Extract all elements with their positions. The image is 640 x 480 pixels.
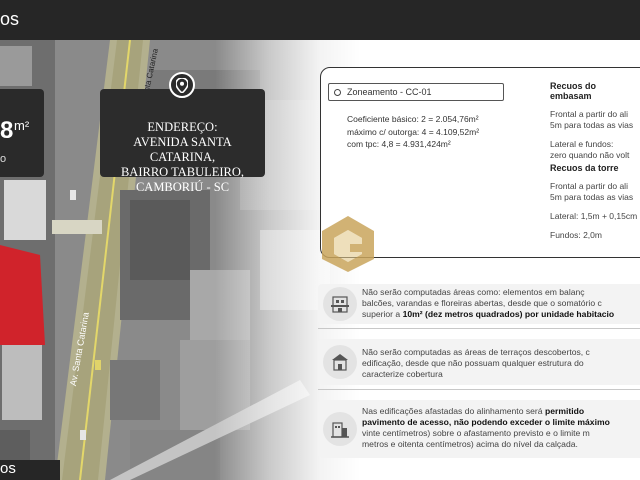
info-plain: Nas edificações afastadas do alinhamento… (362, 406, 545, 416)
footer-bar: os (0, 460, 60, 480)
highlighted-lot (0, 245, 45, 345)
bullet-icon (334, 89, 341, 96)
info-bold: permitido (544, 406, 585, 416)
recuos-line (550, 203, 637, 211)
recuos-embasamento-title: Recuos do embasam (550, 81, 597, 101)
recuos-torre-title: Recuos da torre (550, 163, 619, 173)
address-line: AVENIDA SANTA CATARINA, (133, 135, 232, 164)
setback-building-icon (323, 412, 357, 446)
recuos-line: 5m para todas as vias (550, 120, 634, 130)
recuos-line: zero quando não volt (550, 150, 630, 160)
info-bold: 10m² (dez metros quadrados) por unidade … (402, 309, 615, 319)
recuos-line: Frontal a partir do ali (550, 181, 628, 191)
recuos-line: Frontal a partir do ali (550, 109, 628, 119)
info-line: vinte centímetros) sobre o afastamento p… (362, 428, 590, 438)
info-line: edificação, desde que não possuam qualqu… (362, 358, 584, 368)
recuos-line (550, 131, 640, 139)
header-bar: os (0, 0, 640, 40)
address-line: ENDEREÇO: (147, 120, 218, 134)
area-value: 8 (0, 117, 14, 144)
info-row-setback: Nas edificações afastadas do alinhamento… (318, 400, 640, 458)
balcony-building-icon (323, 287, 357, 321)
recuos-line: Lateral: 1,5m + 0,15cm (550, 211, 638, 221)
divider (318, 389, 640, 390)
info-row-terraces: Não serão computadas as áreas de terraço… (318, 339, 640, 385)
brand-logo-icon (318, 214, 378, 274)
zoning-tag-label: Zoneamento - CC-01 (347, 87, 432, 97)
address-line: BAIRRO TABULEIRO, (120, 165, 245, 179)
info-text: Nas edificações afastadas do alinhamento… (362, 406, 640, 450)
info-line: balcões, varandas e floreiras abertas, d… (362, 298, 602, 308)
info-text: Não serão computadas áreas como: element… (362, 287, 640, 320)
zoning-tag: Zoneamento - CC-01 (328, 83, 504, 101)
info-line: Nas edificações afastadas do alinhamento… (362, 406, 640, 417)
area-info-box: 8 m² o (0, 89, 44, 177)
recuos-line (550, 222, 637, 230)
recuos-torre: Recuos da torre Frontal a partir do ali … (550, 163, 637, 241)
info-plain: superior a (362, 309, 403, 319)
address-box: ENDEREÇO: AVENIDA SANTA CATARINA, BAIRRO… (100, 89, 265, 194)
area-sub: o (0, 153, 7, 165)
address-line: CAMBORIÚ - SC (135, 180, 230, 194)
coefficients: Coeficiente básico: 2 = 2.054,76m² máxim… (347, 113, 479, 151)
recuos-embasamento: Recuos do embasam Frontal a partir do al… (550, 81, 640, 161)
coef-line: Coeficiente básico: 2 = 2.054,76m² (347, 114, 479, 124)
info-line: Não serão computadas áreas como: element… (362, 287, 585, 297)
recuos-line: 5m para todas as vias (550, 192, 634, 202)
info-line: caracterize cobertura (362, 369, 443, 379)
area-unit: m² (14, 118, 30, 133)
info-row-balconies: Não serão computadas áreas como: element… (318, 284, 640, 324)
info-bold: pavimento de acesso, não podendo exceder… (362, 417, 610, 427)
coef-line: com tpc: 4,8 = 4.931,424m² (347, 139, 451, 149)
coef-line: máximo c/ outorga: 4 = 4.109,52m² (347, 126, 480, 137)
info-line: superior a 10m² (dez metros quadrados) p… (362, 309, 640, 320)
recuos-line: Lateral e fundos: (550, 139, 614, 149)
page-title: os (0, 9, 20, 29)
info-text: Não serão computadas as áreas de terraço… (362, 347, 640, 380)
recuos-line: Fundos: 2,0m (550, 230, 602, 240)
location-pin-icon (169, 72, 195, 98)
divider (318, 328, 640, 329)
info-line: metros e oitenta centímetros) acima do n… (362, 439, 578, 449)
terrace-building-icon (323, 345, 357, 379)
footer-title: os (0, 460, 16, 477)
info-line: pavimento de acesso, não podendo exceder… (362, 417, 640, 428)
info-line: Não serão computadas as áreas de terraço… (362, 347, 590, 357)
